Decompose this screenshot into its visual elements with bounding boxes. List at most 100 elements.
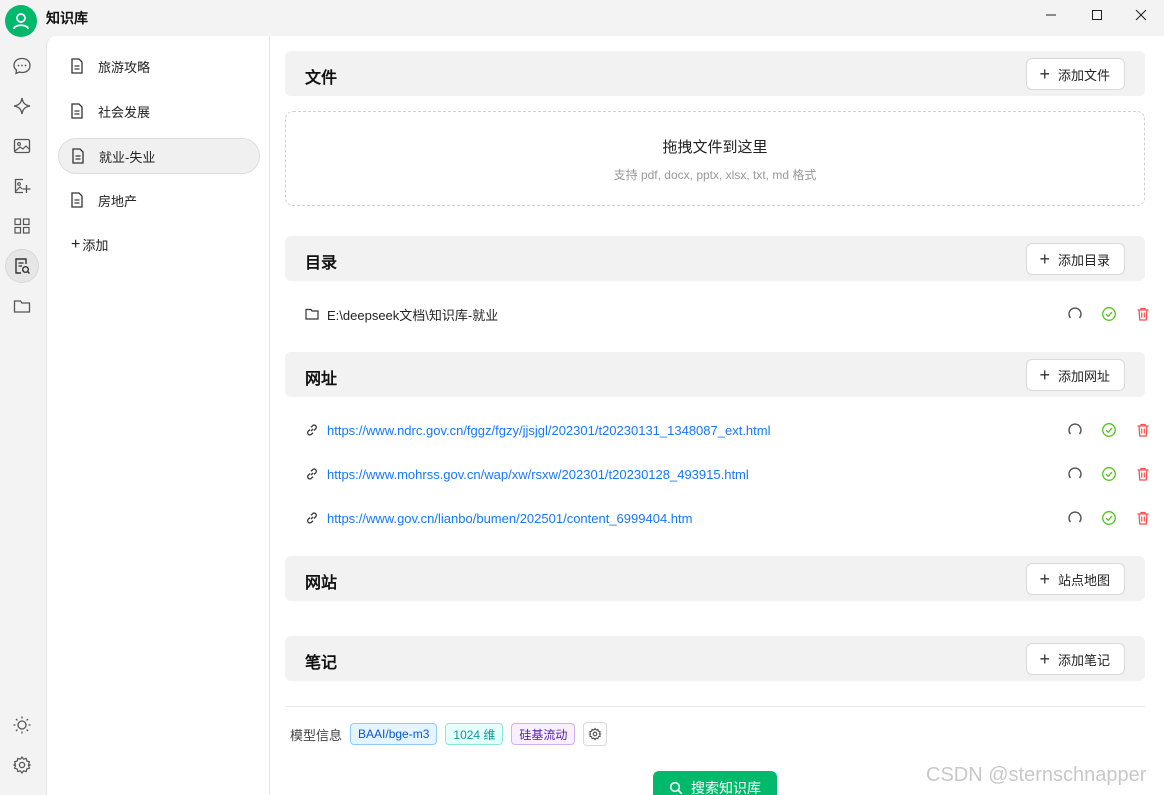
divider — [285, 706, 1145, 707]
delete-icon[interactable] — [1135, 466, 1151, 482]
check-circle-icon — [1102, 423, 1116, 437]
row-actions — [1067, 419, 1157, 441]
nav-apps[interactable] — [5, 209, 39, 243]
row-actions — [1067, 303, 1157, 325]
row-actions — [1067, 507, 1157, 529]
sitemap-button[interactable]: + 站点地图 — [1026, 563, 1125, 595]
plus-icon: + — [1039, 569, 1050, 589]
gear-icon — [588, 727, 603, 741]
kb-item[interactable]: 旅游攻略 — [58, 48, 260, 84]
knowledge-base-detail: 文件 + 添加文件 拖拽文件到这里 支持 pdf, docx, pptx, xl… — [270, 36, 1164, 795]
add-note-label: 添加笔记 — [1057, 652, 1110, 668]
plus-icon: + — [1039, 64, 1050, 84]
model-settings-button[interactable] — [583, 722, 608, 746]
check-circle-icon — [1102, 307, 1116, 321]
directory-item: E:\deepseek文档\知识库-就业 — [305, 303, 1149, 325]
nav-rail — [0, 36, 46, 795]
plus-icon: + — [1039, 365, 1050, 385]
document-icon — [71, 192, 83, 208]
directories-section-title: 目录 — [305, 255, 338, 272]
url-item: https://www.ndrc.gov.cn/fggz/fgzy/jjsjgl… — [305, 419, 1149, 441]
theme-toggle[interactable] — [5, 708, 39, 742]
settings-button[interactable] — [5, 748, 39, 782]
add-url-button[interactable]: + 添加网址 — [1026, 359, 1125, 391]
add-directory-label: 添加目录 — [1057, 252, 1110, 268]
add-file-label: 添加文件 — [1057, 67, 1110, 83]
add-label: 添加 — [82, 238, 109, 253]
image-icon — [13, 138, 31, 154]
check-circle-icon — [1102, 511, 1116, 525]
minimize-button[interactable] — [1028, 0, 1074, 30]
image-edit-icon — [14, 178, 31, 194]
url-link[interactable]: https://www.gov.cn/lianbo/bumen/202501/c… — [327, 511, 692, 526]
kb-item-active[interactable]: 就业-失业 — [58, 138, 260, 174]
url-item: https://www.mohrss.gov.cn/wap/xw/rsxw/20… — [305, 463, 1149, 485]
add-knowledge-base-button[interactable]: + 添加 — [71, 235, 108, 254]
kb-item[interactable]: 房地产 — [58, 182, 260, 218]
apps-icon — [14, 218, 30, 234]
nav-knowledge-base[interactable] — [5, 249, 39, 283]
row-actions — [1067, 463, 1157, 485]
maximize-button[interactable] — [1074, 0, 1120, 30]
plus-icon: + — [71, 235, 81, 253]
provider-tag: 硅基流动 — [511, 723, 576, 745]
refresh-icon[interactable] — [1067, 510, 1083, 526]
urls-section-header: 网址 + 添加网址 — [285, 352, 1145, 397]
dropzone-subtitle: 支持 pdf, docx, pptx, xlsx, txt, md 格式 — [613, 168, 817, 182]
nav-files[interactable] — [5, 289, 39, 323]
sparkle-icon — [13, 97, 31, 115]
nav-assistant[interactable] — [5, 89, 39, 123]
user-icon — [13, 13, 29, 30]
kb-item-label: 就业-失业 — [99, 149, 156, 165]
directories-section-header: 目录 + 添加目录 — [285, 236, 1145, 281]
nav-chat[interactable] — [5, 49, 39, 83]
url-link[interactable]: https://www.mohrss.gov.cn/wap/xw/rsxw/20… — [327, 467, 749, 482]
nav-image-edit[interactable] — [5, 169, 39, 203]
title-bar: 知识库 — [0, 0, 1164, 37]
kb-item-label: 房地产 — [98, 193, 138, 209]
directory-path: E:\deepseek文档\知识库-就业 — [327, 307, 499, 323]
plus-icon: + — [1039, 649, 1050, 669]
add-directory-button[interactable]: + 添加目录 — [1026, 243, 1125, 275]
user-avatar[interactable] — [5, 5, 37, 37]
kb-item[interactable]: 社会发展 — [58, 93, 260, 129]
maximize-icon — [1092, 10, 1102, 20]
window-title: 知识库 — [46, 10, 88, 26]
kb-item-label: 旅游攻略 — [98, 59, 151, 75]
knowledge-base-icon — [15, 258, 30, 274]
file-dropzone[interactable]: 拖拽文件到这里 支持 pdf, docx, pptx, xlsx, txt, m… — [285, 111, 1145, 206]
search-button-label: 搜索知识库 — [691, 780, 761, 795]
check-circle-icon — [1102, 467, 1116, 481]
files-section-header: 文件 + 添加文件 — [285, 51, 1145, 96]
notes-section-title: 笔记 — [305, 655, 338, 672]
delete-icon[interactable] — [1135, 306, 1151, 322]
search-knowledge-base-button[interactable]: 搜索知识库 — [653, 771, 777, 795]
nav-images[interactable] — [5, 129, 39, 163]
delete-icon[interactable] — [1135, 510, 1151, 526]
link-icon — [307, 512, 317, 524]
refresh-icon[interactable] — [1067, 306, 1083, 322]
folder-icon — [305, 308, 319, 320]
document-icon — [72, 148, 84, 164]
chat-icon — [13, 57, 31, 75]
document-icon — [71, 58, 83, 74]
watermark: CSDN @sternschnapper — [926, 764, 1147, 786]
refresh-icon[interactable] — [1067, 422, 1083, 438]
files-section-title: 文件 — [305, 70, 338, 87]
link-icon — [307, 424, 317, 436]
delete-icon[interactable] — [1135, 422, 1151, 438]
refresh-icon[interactable] — [1067, 466, 1083, 482]
close-button[interactable] — [1118, 0, 1164, 30]
kb-item-label: 社会发展 — [98, 104, 151, 120]
minimize-icon — [1046, 14, 1056, 16]
urls-section-title: 网址 — [305, 371, 338, 388]
document-icon — [71, 103, 83, 119]
add-note-button[interactable]: + 添加笔记 — [1026, 643, 1125, 675]
url-item: https://www.gov.cn/lianbo/bumen/202501/c… — [305, 507, 1149, 529]
theme-icon — [13, 716, 31, 734]
knowledge-base-list: 旅游攻略 社会发展 就业-失业 房地产 + 添加 — [46, 36, 270, 795]
url-link[interactable]: https://www.ndrc.gov.cn/fggz/fgzy/jjsjgl… — [327, 423, 771, 438]
add-file-button[interactable]: + 添加文件 — [1026, 58, 1125, 90]
model-tag: BAAI/bge-m3 — [350, 723, 438, 745]
settings-icon — [12, 755, 32, 775]
